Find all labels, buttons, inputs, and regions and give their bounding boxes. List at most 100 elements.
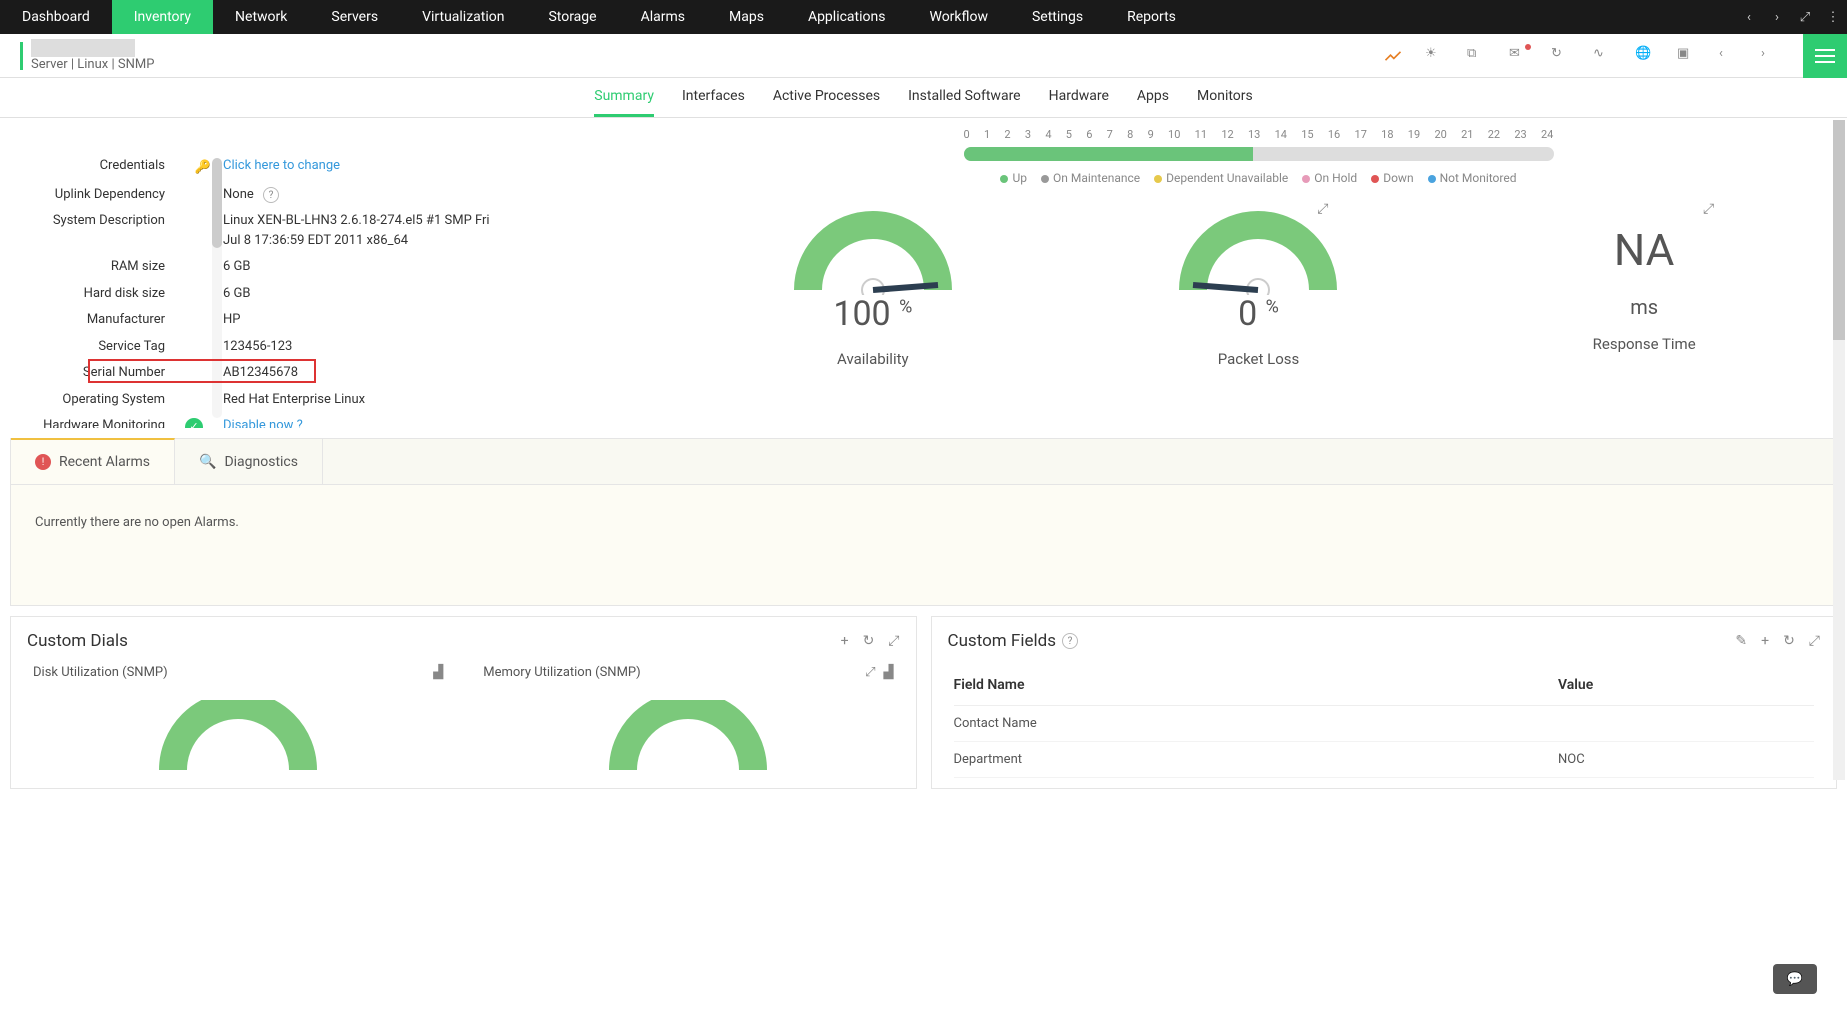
- legend-notmon-dot: [1428, 175, 1436, 183]
- prev-device-icon[interactable]: ‹: [1735, 0, 1763, 34]
- page-scrollbar[interactable]: [1833, 120, 1845, 780]
- nav-workflow[interactable]: Workflow: [907, 0, 1010, 34]
- mfr-label: Manufacturer: [10, 310, 175, 330]
- nav-reports[interactable]: Reports: [1105, 0, 1198, 34]
- device-name-redacted: [31, 39, 135, 57]
- cf-header-name: Field Name: [954, 665, 1559, 706]
- table-row: DepartmentNOC: [954, 742, 1815, 778]
- custom-fields-table: Field Name Value Contact Name Department…: [954, 665, 1815, 778]
- prev-icon[interactable]: ‹: [1719, 46, 1739, 66]
- expand-icon[interactable]: ⤢: [865, 665, 875, 680]
- uplink-value: None ?: [175, 185, 660, 205]
- chat-button[interactable]: 💬: [1773, 964, 1817, 994]
- chart-icon[interactable]: [1383, 46, 1403, 66]
- tab-hardware[interactable]: Hardware: [1049, 78, 1109, 117]
- hwmon-label: Hardware Monitoring: [10, 416, 175, 428]
- credentials-change-link[interactable]: Click here to change: [223, 158, 340, 173]
- custom-dials-title: Custom Dials: [27, 631, 128, 651]
- tab-monitors[interactable]: Monitors: [1197, 78, 1253, 117]
- breadcrumb: Server | Linux | SNMP: [31, 57, 154, 72]
- chart-icon[interactable]: ▟: [884, 665, 894, 680]
- help-icon[interactable]: ?: [1062, 633, 1078, 649]
- gauge-response: ⤢ NA ms Response Time: [1544, 205, 1744, 368]
- more-icon[interactable]: ⋮: [1819, 0, 1847, 34]
- legend-hold-dot: [1302, 175, 1310, 183]
- hdd-label: Hard disk size: [10, 284, 175, 304]
- legend-up-dot: [1000, 175, 1008, 183]
- availability-panel: 0123456789101112131415161718192021222324…: [660, 118, 1837, 428]
- table-row: Contact Name: [954, 706, 1815, 742]
- edit-fields-icon[interactable]: ✎: [1735, 633, 1747, 649]
- chart-icon[interactable]: ▟: [433, 665, 443, 680]
- graph-icon[interactable]: ∿: [1593, 46, 1613, 66]
- sysdesc-label: System Description: [10, 211, 175, 231]
- key-icon: 🔑: [195, 158, 211, 178]
- add-dial-icon[interactable]: +: [841, 633, 849, 649]
- timeline-ticks: 0123456789101112131415161718192021222324: [964, 128, 1554, 141]
- mfr-value: HP: [175, 310, 660, 330]
- custom-fields-panel: Custom Fields ? ✎ + ↻ ⤢ Field Name Value…: [931, 616, 1838, 789]
- hamburger-menu[interactable]: [1803, 34, 1847, 78]
- nav-settings[interactable]: Settings: [1010, 0, 1105, 34]
- expand-icon[interactable]: ⤢: [1317, 201, 1328, 217]
- nav-network[interactable]: Network: [213, 0, 309, 34]
- uplink-label: Uplink Dependency: [10, 185, 175, 205]
- nav-maps[interactable]: Maps: [707, 0, 786, 34]
- gauge-availability: 100 % Availability: [773, 205, 973, 368]
- tab-recent-alarms[interactable]: ! Recent Alarms: [11, 438, 175, 484]
- nav-virtualization[interactable]: Virtualization: [400, 0, 526, 34]
- collapse-icon[interactable]: ⤢: [1791, 0, 1819, 34]
- ram-label: RAM size: [10, 257, 175, 277]
- os-label: Operating System: [10, 390, 175, 410]
- subheader: Server | Linux | SNMP ☀ ⧉ ✉ ↻ ∿ 🌐 ▣ ‹ ›: [0, 34, 1847, 78]
- svc-label: Service Tag: [10, 337, 175, 357]
- top-nav: Dashboard Inventory Network Servers Virt…: [0, 0, 1847, 34]
- tab-diagnostics[interactable]: 🔍 Diagnostics: [175, 439, 323, 484]
- serial-highlight: [88, 359, 316, 383]
- refresh-fields-icon[interactable]: ↻: [1783, 633, 1795, 649]
- expand-dial-icon[interactable]: ⤢: [888, 633, 899, 649]
- tab-interfaces[interactable]: Interfaces: [682, 78, 745, 117]
- tab-apps[interactable]: Apps: [1137, 78, 1169, 117]
- hdd-value: 6 GB: [175, 284, 660, 304]
- alarms-empty-message: Currently there are no open Alarms.: [11, 485, 1836, 605]
- nav-servers[interactable]: Servers: [309, 0, 400, 34]
- hwmon-disable-link[interactable]: Disable now ?: [223, 418, 303, 428]
- credentials-label: Credentials: [10, 156, 175, 176]
- tab-installed-software[interactable]: Installed Software: [908, 78, 1020, 117]
- tab-active-processes[interactable]: Active Processes: [773, 78, 880, 117]
- expand-icon[interactable]: ⤢: [1703, 201, 1714, 217]
- expand-fields-icon[interactable]: ⤢: [1809, 633, 1820, 649]
- nav-alarms[interactable]: Alarms: [619, 0, 707, 34]
- next-icon[interactable]: ›: [1761, 46, 1781, 66]
- status-bar-icon: [20, 42, 23, 70]
- alert-icon[interactable]: ☀: [1425, 46, 1445, 66]
- tab-summary[interactable]: Summary: [594, 78, 654, 117]
- terminal-icon[interactable]: ▣: [1677, 46, 1697, 66]
- refresh-dial-icon[interactable]: ↻: [863, 633, 875, 649]
- legend-dep-dot: [1154, 175, 1162, 183]
- next-device-icon[interactable]: ›: [1763, 0, 1791, 34]
- ram-value: 6 GB: [175, 257, 660, 277]
- alarms-section: ! Recent Alarms 🔍 Diagnostics Currently …: [10, 438, 1837, 606]
- help-icon[interactable]: ?: [263, 187, 279, 203]
- svc-value: 123456-123: [175, 337, 660, 357]
- sysdesc-value: Linux XEN-BL-LHN3 2.6.18-274.el5 #1 SMP …: [175, 211, 495, 250]
- nav-inventory[interactable]: Inventory: [112, 0, 213, 34]
- legend-maint-dot: [1041, 175, 1049, 183]
- topology-icon[interactable]: ⧉: [1467, 46, 1487, 66]
- mail-icon[interactable]: ✉: [1509, 46, 1529, 66]
- diagnostics-icon: 🔍: [199, 454, 216, 470]
- legend-down-dot: [1371, 175, 1379, 183]
- gauge-packetloss: ⤢ 0 % Packet Loss: [1158, 205, 1358, 368]
- sub-tabs: Summary Interfaces Active Processes Inst…: [0, 78, 1847, 118]
- nav-storage[interactable]: Storage: [526, 0, 618, 34]
- nav-applications[interactable]: Applications: [786, 0, 908, 34]
- refresh-icon[interactable]: ↻: [1551, 46, 1571, 66]
- nav-dashboard[interactable]: Dashboard: [0, 0, 112, 34]
- add-field-icon[interactable]: +: [1761, 633, 1769, 649]
- device-details: Credentials 🔑 Click here to change Uplin…: [10, 118, 660, 428]
- globe-icon[interactable]: 🌐: [1635, 46, 1655, 66]
- custom-dials-panel: Custom Dials + ↻ ⤢ Disk Utilization (SNM…: [10, 616, 917, 789]
- os-value: Red Hat Enterprise Linux: [175, 390, 660, 410]
